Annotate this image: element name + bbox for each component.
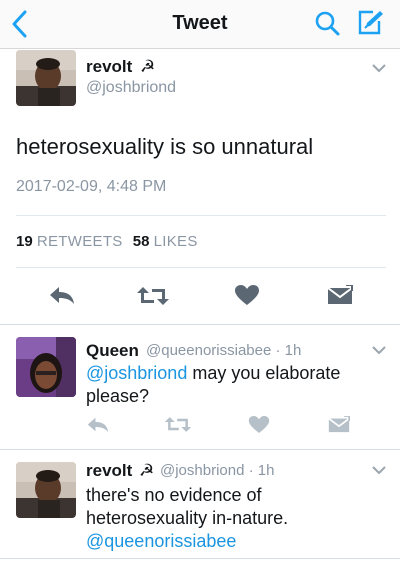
main-tweet-handle[interactable]: @joshbriond	[86, 79, 176, 97]
retweet-icon[interactable]	[136, 285, 170, 307]
like-heart-icon[interactable]	[234, 284, 260, 306]
avatar[interactable]	[16, 337, 76, 397]
reply-2-handle-line[interactable]: @joshbriond · 1h	[160, 462, 274, 479]
divider	[0, 449, 400, 450]
reply-1-time: · 1h	[275, 342, 302, 359]
reply-2-handle: @joshbriond	[160, 462, 245, 479]
divider	[0, 558, 400, 559]
reply-2-text-line: there's no evidence of	[86, 485, 262, 505]
main-tweet-display-name[interactable]: revolt ☭	[86, 57, 155, 77]
retweets-count: 19	[16, 233, 33, 250]
search-icon[interactable]	[314, 10, 340, 36]
direct-message-icon[interactable]	[327, 285, 353, 305]
reply-icon[interactable]	[48, 285, 76, 305]
main-tweet-timestamp: 2017-02-09, 4:48 PM	[16, 178, 167, 195]
chevron-down-icon[interactable]	[372, 346, 386, 355]
reply-2-display-name[interactable]: revolt ☭	[86, 461, 154, 481]
divider	[16, 215, 386, 216]
reply-1-handle-line[interactable]: @queenorissiabee · 1h	[146, 342, 301, 359]
display-name-text: revolt	[86, 461, 133, 480]
reply-icon[interactable]	[86, 416, 110, 433]
hammer-sickle-emoji: ☭	[139, 461, 155, 480]
reply-1-handle: @queenorissiabee	[146, 342, 272, 359]
divider	[16, 267, 386, 268]
hammer-sickle-emoji: ☭	[140, 57, 156, 76]
chevron-down-icon[interactable]	[372, 64, 386, 73]
mention-link[interactable]: @joshbriond	[86, 363, 187, 383]
reply-2-text-line: heterosexuality in-nature.	[86, 508, 289, 528]
retweets-label: RETWEETS	[36, 233, 123, 250]
compose-icon[interactable]	[356, 9, 384, 37]
reply-1-text: @joshbriond may you elaborate please?	[86, 362, 376, 408]
avatar[interactable]	[16, 50, 76, 106]
chevron-down-icon[interactable]	[372, 466, 386, 475]
reply-2-time: · 1h	[248, 462, 275, 479]
nav-bar: Tweet	[0, 0, 400, 49]
reply-2-text: there's no evidence of heterosexuality i…	[86, 484, 386, 553]
reply-1-display-name[interactable]: Queen	[86, 341, 139, 361]
engagement-stats[interactable]: 19 RETWEETS 58 LIKES	[16, 233, 198, 250]
page-title: Tweet	[172, 12, 228, 34]
likes-label: LIKES	[153, 233, 198, 250]
retweet-icon[interactable]	[164, 415, 192, 434]
avatar[interactable]	[16, 462, 76, 518]
divider	[0, 324, 400, 325]
display-name-text: revolt	[86, 57, 133, 76]
like-heart-icon[interactable]	[248, 415, 270, 434]
mention-link[interactable]: @queenorissiabee	[86, 530, 386, 553]
direct-message-icon[interactable]	[328, 416, 350, 433]
likes-count: 58	[132, 233, 150, 250]
main-tweet-text: heterosexuality is so unnatural	[16, 134, 314, 159]
